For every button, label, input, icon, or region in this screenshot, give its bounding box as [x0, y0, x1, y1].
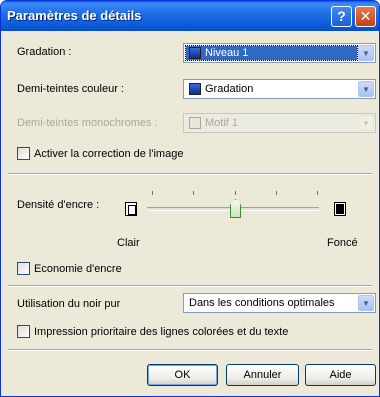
chevron-down-icon[interactable]: ▼ [358, 295, 374, 311]
gradation-label: Gradation : [17, 46, 72, 58]
image-correction-checkbox[interactable] [17, 147, 30, 160]
pattern-icon [189, 117, 201, 129]
ok-button[interactable]: OK [147, 364, 218, 386]
slider-tick [193, 191, 194, 195]
slider-tick [276, 191, 277, 195]
slider-tick [235, 191, 236, 195]
color-halftone-select[interactable]: Gradation ▼ [183, 79, 376, 99]
ink-saving-checkbox[interactable] [17, 262, 30, 275]
gradation-select[interactable]: Niveau 1 ▼ [183, 43, 376, 63]
ink-density-label: Densité d'encre : [17, 199, 100, 211]
slider-tick [152, 191, 153, 195]
dialog-title: Paramètres de détails [7, 8, 142, 23]
halftone-icon [189, 47, 201, 59]
separator [8, 173, 372, 175]
mono-halftone-label: Demi-teintes monochromes : [17, 117, 158, 129]
priority-printing-checkbox[interactable] [17, 325, 30, 338]
chevron-down-icon: ▼ [358, 115, 374, 131]
pure-black-value: Dans les conditions optimales [189, 297, 335, 309]
light-density-icon [125, 202, 137, 216]
gradation-value: Niveau 1 [205, 47, 249, 59]
help-title-button[interactable]: ? [331, 6, 352, 27]
separator [8, 285, 372, 287]
mono-halftone-value: Motif 1 [205, 117, 239, 129]
chevron-down-icon[interactable]: ▼ [358, 81, 374, 97]
color-halftone-label: Demi-teintes couleur : [17, 83, 124, 95]
light-label: Clair [117, 237, 140, 249]
close-title-button[interactable]: ✕ [355, 6, 376, 27]
chevron-down-icon[interactable]: ▼ [358, 45, 374, 61]
cancel-button[interactable]: Annuler [226, 364, 299, 386]
pure-black-label: Utilisation du noir pur [17, 298, 121, 310]
ink-saving-label[interactable]: Economie d'encre [34, 263, 122, 275]
details-dialog: Paramètres de détails ? ✕ Gradation : Ni… [0, 0, 380, 397]
title-bar[interactable]: Paramètres de détails ? ✕ [1, 1, 379, 31]
mono-halftone-select: Motif 1 ▼ [183, 113, 376, 133]
priority-printing-label[interactable]: Impression prioritaire des lignes coloré… [34, 326, 288, 338]
pure-black-select[interactable]: Dans les conditions optimales ▼ [183, 293, 376, 313]
dark-label: Foncé [327, 237, 358, 249]
image-correction-label[interactable]: Activer la correction de l'image [34, 148, 183, 160]
separator [8, 349, 372, 351]
color-halftone-value: Gradation [205, 83, 254, 95]
halftone-icon [189, 83, 201, 95]
help-button[interactable]: Aide [305, 364, 376, 386]
dark-density-icon [334, 202, 346, 216]
slider-thumb[interactable] [230, 199, 241, 218]
slider-tick [317, 191, 318, 195]
